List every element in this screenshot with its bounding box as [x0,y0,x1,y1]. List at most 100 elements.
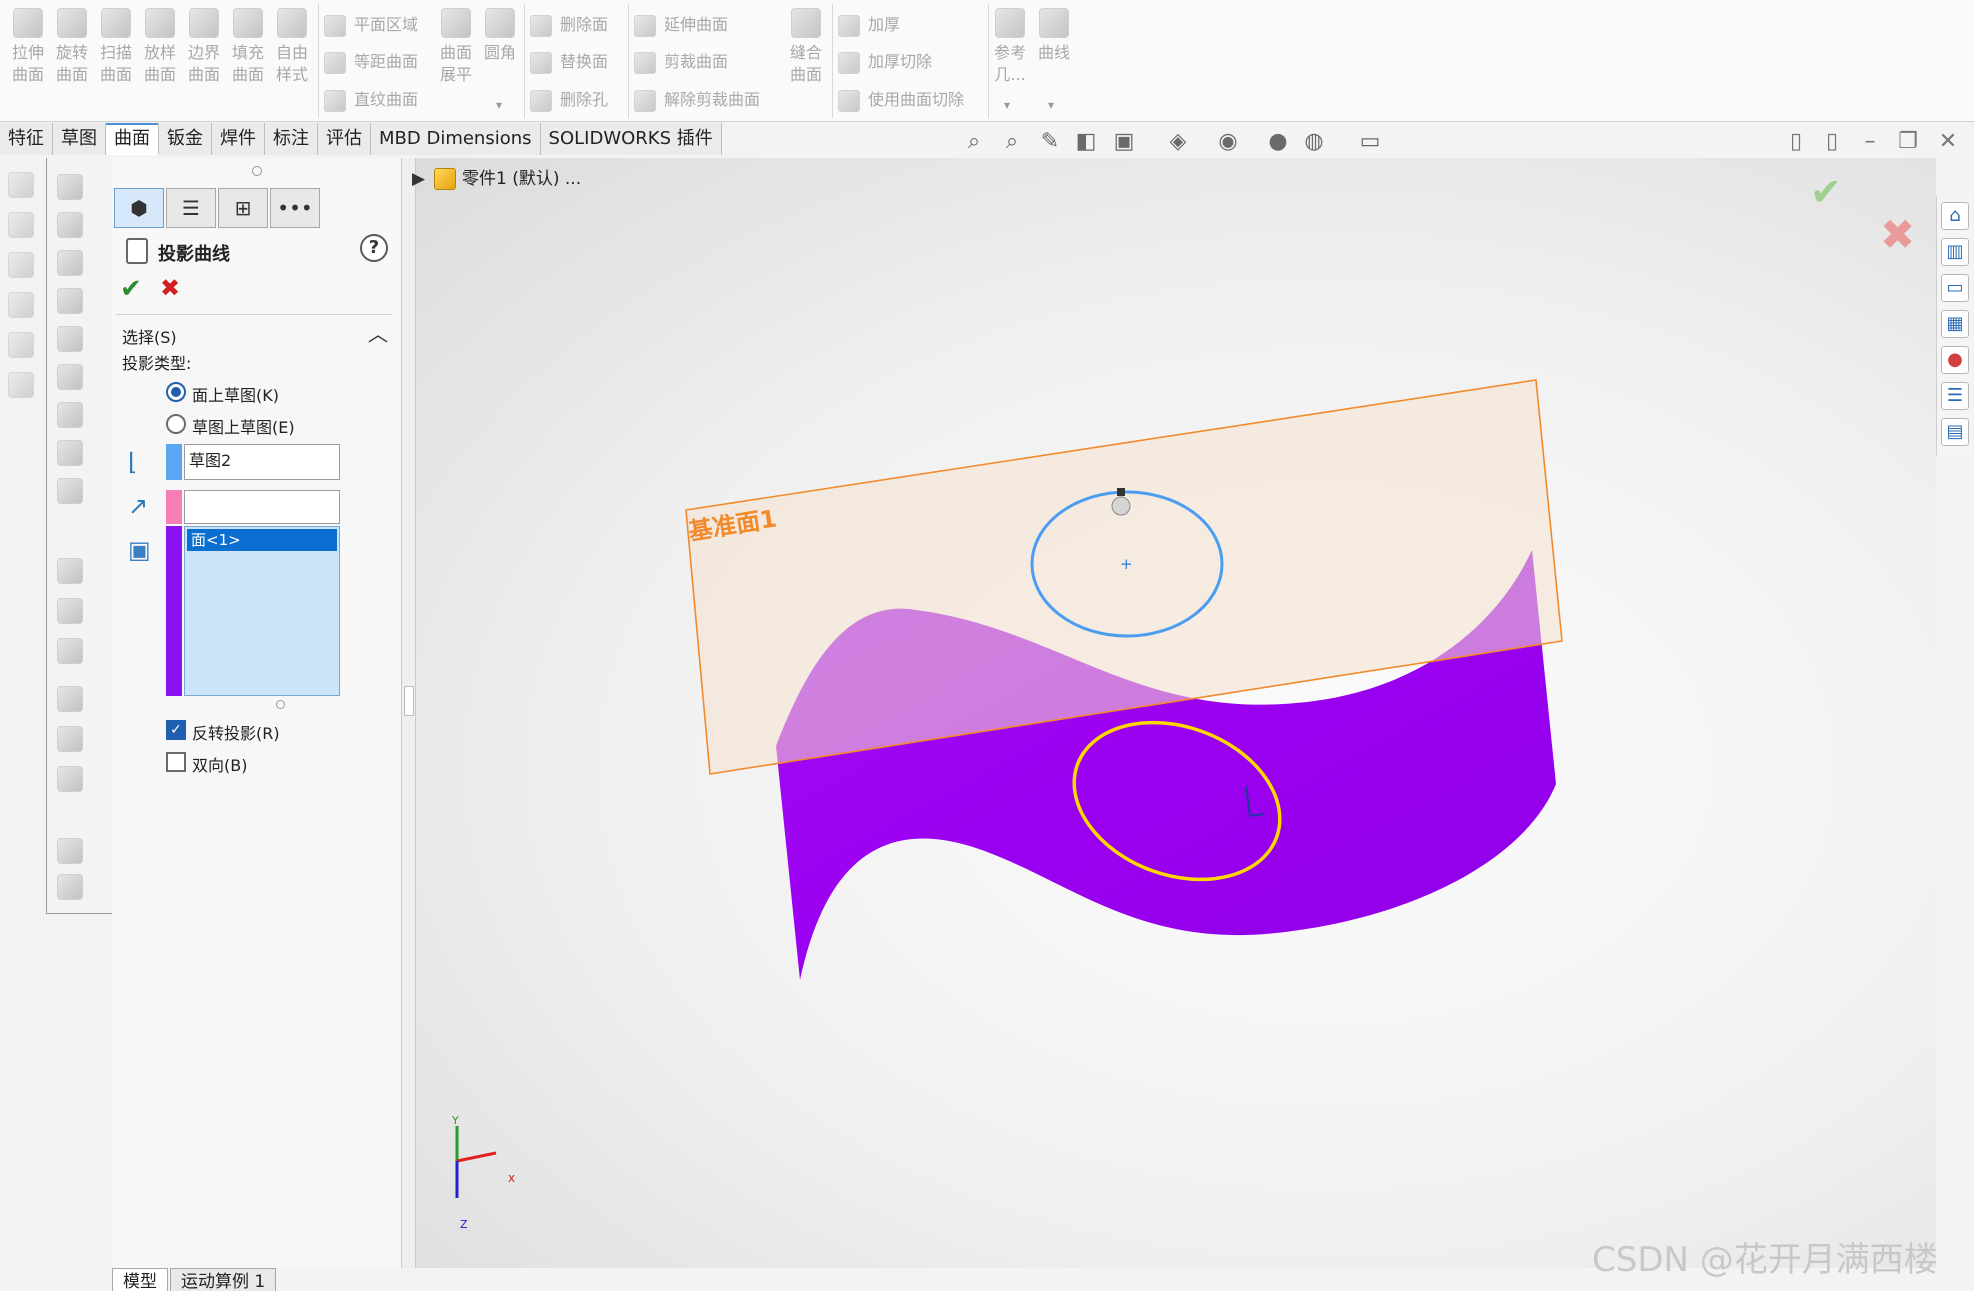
trim-surface-button[interactable]: 剪裁曲面 [634,47,728,77]
collapse-panel-handle[interactable] [404,686,414,716]
tab-mbd-dimensions[interactable]: MBD Dimensions [371,123,541,155]
spline-tool-icon[interactable] [8,292,34,318]
cancel-button[interactable]: ✖ [160,274,180,302]
untrim-surface-icon[interactable] [57,766,83,792]
restore-icon[interactable]: ❐ [1894,128,1922,156]
minimize-icon[interactable]: – [1856,128,1884,156]
tab-features[interactable]: 特征 [0,123,53,155]
lofted-surface-button[interactable]: 放样 曲面 [138,6,182,96]
tab-surfaces[interactable]: 曲面 [106,123,159,155]
configuration-manager-tab[interactable]: ⊞ [218,188,268,228]
curves-icon[interactable] [57,874,83,900]
property-manager-tab[interactable]: ☰ [166,188,216,228]
swept-surface-button[interactable]: 扫描 曲面 [94,6,138,96]
revolved-surface-button[interactable]: 旋转 曲面 [50,6,94,96]
forum-icon[interactable]: ▤ [1941,418,1969,446]
confirm-corner-cancel-icon[interactable]: ✖ [1880,210,1915,259]
section-view-icon[interactable]: ◧ [1072,128,1100,156]
sketch-to-project-field[interactable]: 草图2 [184,444,340,480]
zoom-to-area-icon[interactable]: ⌕ [998,128,1026,156]
planar-surface-icon[interactable] [57,402,83,428]
list-resize-handle[interactable] [276,700,285,709]
reference-geometry-icon[interactable] [57,838,83,864]
faces-selection-list[interactable]: 面<1> [184,526,340,696]
zoom-to-fit-icon[interactable]: ⌕ [960,128,988,156]
planar-surface-button[interactable]: 平面区域 [324,10,418,40]
tab-sheet-metal[interactable]: 钣金 [159,123,212,155]
thicken-button[interactable]: 加厚 [838,10,900,40]
loft-surface-icon[interactable] [57,288,83,314]
line-tool-icon[interactable] [8,252,34,278]
knit-surface-button[interactable]: 缝合 曲面 [784,6,828,96]
sketch-tool-icon[interactable] [8,172,34,198]
home-icon[interactable]: ⌂ [1941,202,1969,230]
replace-face-icon[interactable] [57,598,83,624]
knit-surface-icon[interactable] [57,638,83,664]
extruded-surface-button[interactable]: 拉伸 曲面 [6,6,50,96]
curves-button[interactable]: 曲线 [1032,6,1076,96]
view-settings-icon[interactable]: ▭ [1356,128,1384,156]
freeform-button[interactable]: 自由 样式 [270,6,314,96]
trim-surface-icon[interactable] [57,726,83,752]
more-tabs-button[interactable]: ••• [270,188,320,228]
hide-show-items-icon[interactable]: ◉ [1214,128,1242,156]
tab-weldments[interactable]: 焊件 [212,123,265,155]
delete-face-icon[interactable] [57,558,83,584]
delete-hole-button[interactable]: 删除孔 [530,85,608,115]
sketch-on-sketch-radio[interactable] [166,414,186,434]
tile-right-icon[interactable]: ▯ [1818,128,1846,156]
feature-manager-tab[interactable]: ⬢ [114,188,164,228]
display-style-icon[interactable]: ◈ [1164,128,1192,156]
ruled-surface-button[interactable]: 直纹曲面 [324,85,418,115]
fillet-dropdown-arrow-icon[interactable]: ▾ [496,98,502,112]
surface-flatten-button[interactable]: 曲面 展平 [434,6,478,96]
collapse-chevron-up-icon[interactable]: ︿ [368,318,388,347]
tab-markup[interactable]: 标注 [265,123,318,155]
sketch-on-faces-radio[interactable] [166,382,186,402]
previous-view-icon[interactable]: ✎ [1036,128,1064,156]
apply-scene-icon[interactable]: ◍ [1300,128,1328,156]
tile-left-icon[interactable]: ▯ [1782,128,1810,156]
custom-properties-icon[interactable]: ☰ [1941,382,1969,410]
tab-model[interactable]: 模型 [112,1268,168,1291]
offset-surface-icon[interactable] [57,364,83,390]
fillet-button[interactable]: 圆角 [478,6,522,96]
helix-tool-icon[interactable] [8,372,34,398]
tab-evaluate[interactable]: 评估 [318,123,371,155]
design-library-icon[interactable]: ▥ [1941,238,1969,266]
feature-tree-flyout[interactable]: ▶ 零件1 (默认) ... [412,164,581,190]
graphics-area[interactable]: 基准面1 + x Y Z [416,158,1936,1268]
box-tool-icon[interactable] [8,332,34,358]
tab-solidworks-addins[interactable]: SOLIDWORKS 插件 [540,123,722,155]
appearances-icon[interactable]: ● [1941,346,1969,374]
help-button[interactable]: ? [360,234,388,262]
curves-dropdown-arrow-icon[interactable]: ▾ [1048,98,1054,112]
expand-arrow-icon[interactable]: ▶ [412,169,428,189]
close-icon[interactable]: ✕ [1934,128,1962,156]
bidirectional-checkbox[interactable] [166,752,186,772]
thickened-cut-button[interactable]: 加厚切除 [838,47,932,77]
ruled-surface-icon[interactable] [57,478,83,504]
untrim-surface-button[interactable]: 解除剪裁曲面 [634,85,760,115]
ok-button[interactable]: ✔ [120,274,142,304]
view-palette-icon[interactable]: ▦ [1941,310,1969,338]
tab-motion-study[interactable]: 运动算例 1 [170,1268,277,1291]
tab-sketch[interactable]: 草图 [53,123,106,155]
extrude-surface-icon[interactable] [57,174,83,200]
extend-surface-button[interactable]: 延伸曲面 [634,10,728,40]
edit-appearance-icon[interactable]: ● [1264,128,1292,156]
reverse-projection-checkbox[interactable]: ✓ [166,720,186,740]
reference-geometry-button[interactable]: 参考 几... [988,6,1032,96]
file-explorer-icon[interactable]: ▭ [1941,274,1969,302]
list-item[interactable]: 面<1> [187,529,337,551]
replace-face-button[interactable]: 替换面 [530,47,608,77]
projection-direction-field[interactable] [184,490,340,524]
sketch-point-marker[interactable] [1111,496,1131,516]
offset-surface-button[interactable]: 等距曲面 [324,47,418,77]
boundary-surface-button[interactable]: 边界 曲面 [182,6,226,96]
confirm-corner-ok-icon[interactable]: ✔ [1810,170,1842,214]
reference-dropdown-arrow-icon[interactable]: ▾ [1004,98,1010,112]
revolve-surface-icon[interactable] [57,212,83,238]
extrude-tool-icon[interactable] [8,212,34,238]
fill-surface-icon[interactable] [57,326,83,352]
